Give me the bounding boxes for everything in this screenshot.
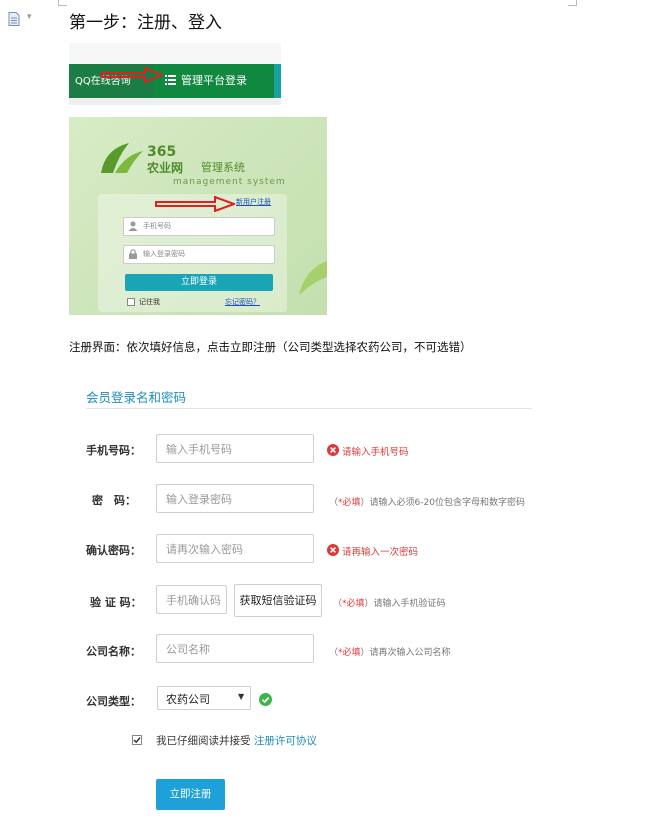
confirm-password-label: 确认密码： <box>86 544 141 557</box>
company-type-label: 公司类型： <box>86 695 141 708</box>
company-name-field[interactable]: 公司名称 <box>156 634 314 663</box>
red-arrow-icon <box>101 67 163 83</box>
password-hint: （*必填）请输入必须6-20位包含字母和数字密码 <box>329 498 525 508</box>
confirm-password-field[interactable]: 请再次输入密码 <box>156 534 314 563</box>
code-label: 验 证 码： <box>90 596 142 609</box>
error-icon <box>327 444 339 456</box>
chevron-down-icon: ▼ <box>238 692 245 701</box>
agree-checkbox[interactable] <box>132 735 142 745</box>
agree-text: 我已仔细阅读并接受 注册许可协议 <box>156 735 317 747</box>
lock-icon <box>129 249 137 259</box>
login-screenshot: 365 农业网 管理系统 management system 新用户注册 手机号… <box>69 117 327 315</box>
instruction-text: 注册界面：依次填好信息，点击立即注册（公司类型选择农药公司，不可选错） <box>69 340 472 354</box>
license-agreement-link[interactable]: 注册许可协议 <box>254 735 317 747</box>
leaf-logo-icon <box>101 143 143 173</box>
company-name-label: 公司名称： <box>86 645 141 658</box>
phone-label: 手机号码： <box>86 444 141 457</box>
new-user-register-link: 新用户注册 <box>236 198 271 206</box>
red-arrow-icon <box>155 196 235 212</box>
page-corner-mark <box>58 0 67 6</box>
brand-system: 管理系统 <box>201 161 245 174</box>
chevron-down-icon[interactable]: ▾ <box>27 12 32 22</box>
remember-checkbox <box>127 298 135 306</box>
register-button[interactable]: 立即注册 <box>156 779 225 810</box>
remember-label: 记住我 <box>139 298 160 306</box>
forgot-password-link: 忘记密码？ <box>225 298 260 306</box>
code-hint: （*必填）请输入手机验证码 <box>333 599 446 609</box>
company-type-select[interactable]: 农药公司 ▼ <box>157 686 251 710</box>
user-icon <box>128 221 138 231</box>
company-hint: （*必填）请再次输入公司名称 <box>329 648 451 658</box>
phone-input: 手机号码 <box>123 217 275 236</box>
confirm-error: 请再输入一次密码 <box>342 547 419 558</box>
nav-screenshot: QQ在线咨询 管理平台登录 <box>69 43 281 105</box>
error-icon <box>327 544 339 556</box>
brand-english: management system <box>173 177 286 187</box>
phone-field[interactable]: 输入手机号码 <box>156 434 314 463</box>
section-title: 会员登录名和密码 <box>86 390 187 405</box>
step-title: 第一步：注册、登入 <box>69 13 222 33</box>
login-button: 立即登录 <box>125 274 273 291</box>
phone-error: 请输入手机号码 <box>342 447 409 458</box>
get-sms-code-button[interactable]: 获取短信验证码 <box>234 584 322 617</box>
document-icon <box>8 12 20 26</box>
nav-admin-login: 管理平台登录 <box>181 74 247 87</box>
divider <box>86 408 532 409</box>
list-icon <box>165 75 176 85</box>
leaf-decoration-icon <box>299 261 327 295</box>
password-field[interactable]: 输入登录密码 <box>156 484 314 513</box>
page-corner-mark <box>568 0 577 6</box>
password-input: 输入登录密码 <box>123 245 275 264</box>
sms-code-field[interactable]: 手机确认码 <box>156 585 227 614</box>
check-circle-icon <box>259 693 272 706</box>
brand-name: 农业网 <box>147 161 184 175</box>
password-label: 密 码： <box>92 494 136 507</box>
brand-number: 365 <box>147 144 177 160</box>
